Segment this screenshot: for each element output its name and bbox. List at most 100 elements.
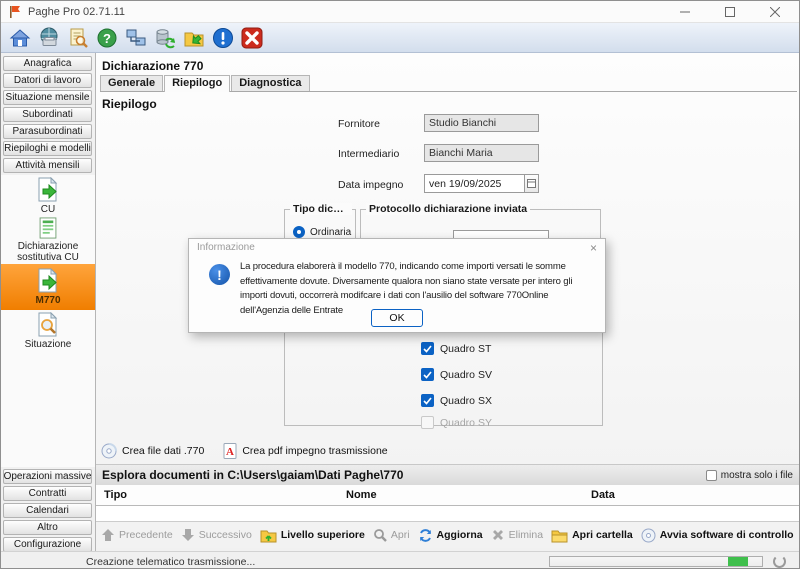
annual-declarations-panel: CU Dichiarazione sostitutiva CU M770 Sit…	[1, 175, 95, 467]
dialog-titlebar: Informazione ×	[189, 239, 605, 256]
tool-label: CU	[41, 204, 55, 215]
help-globe-icon[interactable]: ?	[95, 26, 118, 49]
dialog-ok-button[interactable]: OK	[371, 309, 423, 327]
folder-up-icon	[260, 528, 277, 543]
spinner-icon	[773, 555, 786, 568]
successivo-button: Successivo	[181, 528, 252, 542]
tool-label: Situazione	[25, 339, 72, 350]
sidebar-item-situazione-mensile[interactable]: Situazione mensile	[3, 90, 92, 105]
document-arrow-icon	[36, 177, 60, 202]
apri-cartella-button[interactable]: Apri cartella	[551, 528, 633, 543]
svg-text:?: ?	[103, 31, 111, 46]
folder-export-icon[interactable]	[182, 26, 205, 49]
disc-icon	[641, 528, 656, 543]
window-title: Paghe Pro 02.71.11	[28, 6, 125, 18]
app-window: Paghe Pro 02.71.11 ?	[0, 0, 800, 569]
sidebar-item-subordinati[interactable]: Subordinati	[3, 107, 92, 122]
sidebar-item-parasubordinati[interactable]: Parasubordinati	[3, 124, 92, 139]
quadro-sy-checkbox	[421, 416, 434, 429]
apri-button: Apri	[373, 528, 410, 542]
quadro-sx-label: Quadro SX	[440, 395, 492, 407]
actions-row: Crea file dati .770 A Crea pdf impegno t…	[101, 441, 402, 461]
close-button[interactable]	[752, 1, 797, 23]
sidebar-item-calendari[interactable]: Calendari	[3, 503, 92, 518]
tool-situazione[interactable]: Situazione	[1, 312, 95, 350]
filter-row: mostra solo i file	[706, 470, 793, 481]
progress-bar	[549, 556, 763, 567]
quadro-sx-row: Quadro SX	[421, 394, 492, 407]
column-nome[interactable]: Nome	[346, 489, 377, 501]
tab-riepilogo[interactable]: Riepilogo	[164, 75, 230, 92]
quadro-st-checkbox[interactable]	[421, 342, 434, 355]
progress-segment	[728, 557, 748, 566]
file-list-empty	[96, 506, 800, 521]
quadro-sx-checkbox[interactable]	[421, 394, 434, 407]
quadro-sv-label: Quadro SV	[440, 369, 492, 381]
dialog-close-icon[interactable]: ×	[590, 242, 597, 254]
app-flag-icon	[9, 5, 21, 19]
data-impegno-label: Data impegno	[338, 179, 403, 191]
database-sync-icon[interactable]	[153, 26, 176, 49]
informazione-dialog: Informazione × ! La procedura elaborerà …	[188, 238, 606, 333]
crea-file-dati-link[interactable]: Crea file dati .770	[101, 443, 204, 459]
crea-pdf-label: Crea pdf impegno trasmissione	[242, 445, 387, 457]
elimina-button: Elimina	[491, 528, 543, 542]
document-search-icon[interactable]	[66, 26, 89, 49]
quadro-sy-row: Quadro SY	[421, 416, 492, 429]
title-bar: Paghe Pro 02.71.11	[1, 1, 799, 23]
sidebar-item-attivita-mensili[interactable]: Attività mensili	[3, 158, 92, 173]
sidebar-item-operazioni-massive[interactable]: Operazioni massive	[3, 469, 92, 484]
minimize-button[interactable]	[662, 1, 707, 23]
tool-label: Dichiarazione sostitutiva CU	[1, 241, 95, 263]
quadro-sv-checkbox[interactable]	[421, 368, 434, 381]
date-picker-button[interactable]	[525, 174, 539, 193]
sidebar-item-riepiloghi-e-modelli[interactable]: Riepiloghi e modelli	[3, 141, 92, 156]
aggiorna-button[interactable]: Aggiorna	[418, 528, 483, 543]
status-text: Creazione telematico trasmissione...	[86, 556, 255, 568]
ordinaria-radio[interactable]	[293, 226, 305, 238]
page-title: Dichiarazione 770	[102, 59, 203, 73]
print-globe-icon[interactable]	[37, 26, 60, 49]
crea-pdf-link[interactable]: A Crea pdf impegno trasmissione	[223, 443, 387, 459]
folder-icon	[551, 528, 568, 543]
livello-superiore-button[interactable]: Livello superiore	[260, 528, 365, 543]
data-impegno-field[interactable]: ven 19/09/2025	[424, 174, 525, 193]
info-exclamation-icon: !	[209, 264, 230, 285]
sidebar-item-datori-di-lavoro[interactable]: Datori di lavoro	[3, 73, 92, 88]
arrow-up-icon	[101, 528, 115, 542]
document-magnifier-icon	[36, 312, 60, 337]
sidebar-item-contratti[interactable]: Contratti	[3, 486, 92, 501]
tab-diagnostica[interactable]: Diagnostica	[231, 75, 309, 91]
fornitore-label: Fornitore	[338, 118, 380, 130]
tool-cu[interactable]: CU	[1, 177, 95, 215]
avvia-software-controllo-button[interactable]: Avvia software di controllo	[641, 528, 794, 543]
document-lines-icon	[36, 217, 60, 239]
mostra-solo-file-label: mostra solo i file	[721, 470, 793, 481]
sidebar-item-altro[interactable]: Altro	[3, 520, 92, 535]
dialog-title: Informazione	[197, 242, 255, 253]
arrow-down-icon	[181, 528, 195, 542]
quadro-sv-row: Quadro SV	[421, 368, 492, 381]
exit-icon[interactable]	[240, 26, 263, 49]
maximize-button[interactable]	[707, 1, 752, 23]
fornitore-field: Studio Bianchi	[424, 114, 539, 132]
tool-label: M770	[35, 295, 60, 306]
home-icon[interactable]	[8, 26, 31, 49]
column-data[interactable]: Data	[591, 489, 615, 501]
document-arrow-icon	[36, 268, 60, 293]
sidebar: Anagrafica Datori di lavoro Situazione m…	[1, 53, 96, 551]
network-icon[interactable]	[124, 26, 147, 49]
mostra-solo-file-checkbox[interactable]	[706, 470, 717, 481]
app-toolbar: ?	[1, 23, 799, 53]
tab-bar: Generale Riepilogo Diagnostica	[100, 76, 797, 92]
sidebar-item-anagrafica[interactable]: Anagrafica	[3, 56, 92, 71]
tool-dichiarazione-sostitutiva-cu[interactable]: Dichiarazione sostitutiva CU	[1, 217, 95, 263]
quadro-st-label: Quadro ST	[440, 343, 491, 355]
svg-text:A: A	[226, 446, 234, 458]
column-tipo[interactable]: Tipo	[104, 489, 127, 501]
sidebar-item-configurazione[interactable]: Configurazione	[3, 537, 92, 552]
magnifier-icon	[373, 528, 387, 542]
tab-generale[interactable]: Generale	[100, 75, 163, 91]
tool-m770[interactable]: M770	[1, 264, 95, 310]
info-icon[interactable]	[211, 26, 234, 49]
